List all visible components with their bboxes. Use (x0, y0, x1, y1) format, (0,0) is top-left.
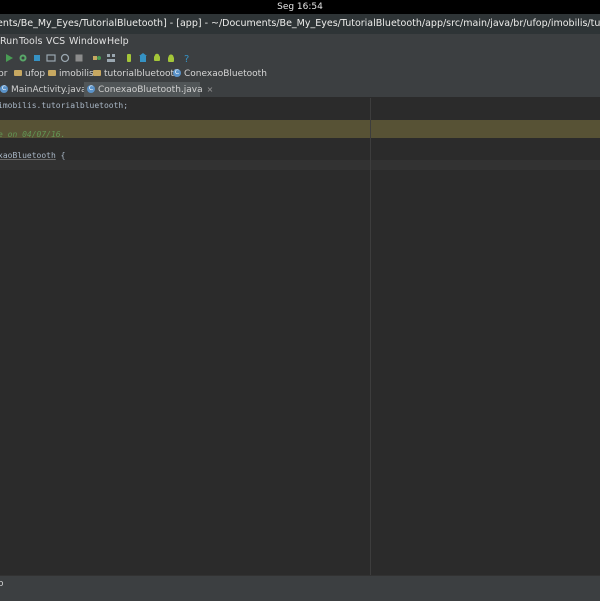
profile-icon[interactable] (60, 53, 70, 63)
window-title: ents/Be_My_Eyes/TutorialBluetooth] - [ap… (0, 18, 600, 29)
window-title-bar: ents/Be_My_Eyes/TutorialBluetooth] - [ap… (0, 14, 600, 34)
code-line-comment: e on 04/07/16. (0, 130, 66, 139)
avd-manager-icon[interactable] (124, 53, 134, 63)
current-line-highlight (0, 160, 600, 170)
sdk-manager-icon[interactable] (138, 53, 148, 63)
breadcrumb-item-br[interactable]: br (0, 66, 7, 82)
folder-icon (14, 69, 22, 76)
right-margin-guide (370, 98, 371, 575)
folder-icon (93, 69, 101, 76)
breadcrumb-item-tutorialbluetooth[interactable]: tutorialbluetooth (93, 66, 180, 82)
breadcrumb-item-conexaobluetooth[interactable]: C ConexaoBluetooth (173, 66, 267, 82)
code-editor[interactable]: imobilis.tutorialbluetooth; e on 04/07/1… (0, 98, 600, 575)
folder-icon (48, 69, 56, 76)
menu-window[interactable]: Window (69, 34, 106, 50)
toolbar: ? (0, 50, 600, 67)
clock[interactable]: Seg 16:54 (277, 2, 323, 12)
code-line-package: imobilis.tutorialbluetooth; (0, 101, 129, 110)
sync-gradle-icon[interactable] (92, 53, 102, 63)
editor-tab-bar: CMainActivity.java× CConexaoBluetooth.ja… (0, 82, 600, 98)
help-icon[interactable]: ? (182, 53, 192, 63)
run-icon[interactable] (4, 53, 14, 63)
android-device-icon[interactable] (166, 53, 176, 63)
system-top-bar: Seg 16:54 (0, 0, 600, 14)
debug-icon[interactable] (18, 53, 28, 63)
breadcrumb-item-imobilis[interactable]: imobilis (48, 66, 94, 82)
menu-bar: Run Tools VCS Window Help (0, 34, 600, 50)
close-tab-icon[interactable]: × (207, 85, 214, 94)
navigation-breadcrumb: br ufop imobilis tutorialbluetooth C Cone… (0, 66, 600, 82)
svg-text:?: ? (184, 54, 189, 63)
menu-vcs[interactable]: VCS (46, 34, 65, 50)
class-icon: C (173, 68, 181, 77)
menu-help[interactable]: Help (107, 34, 129, 50)
android-monitor-icon[interactable] (152, 53, 162, 63)
class-name: xaoBluetooth (0, 151, 56, 160)
attach-debugger-icon[interactable] (32, 53, 42, 63)
class-icon: C (87, 84, 95, 93)
stop-icon[interactable] (74, 53, 84, 63)
status-bar: o (0, 575, 600, 601)
coverage-icon[interactable] (46, 53, 56, 63)
tab-conexaobluetooth[interactable]: C ConexaoBluetooth.java × (84, 82, 213, 97)
code-line-class: xaoBluetooth { (0, 151, 66, 160)
tab-mainactivity[interactable]: CMainActivity.java× (0, 82, 97, 97)
breadcrumb-item-ufop[interactable]: ufop (14, 66, 45, 82)
status-text: o (0, 579, 4, 589)
menu-run[interactable]: Run (0, 34, 18, 50)
project-structure-icon[interactable] (106, 53, 116, 63)
comment-highlight (0, 120, 600, 138)
class-icon: C (0, 84, 8, 93)
menu-tools[interactable]: Tools (19, 34, 42, 50)
